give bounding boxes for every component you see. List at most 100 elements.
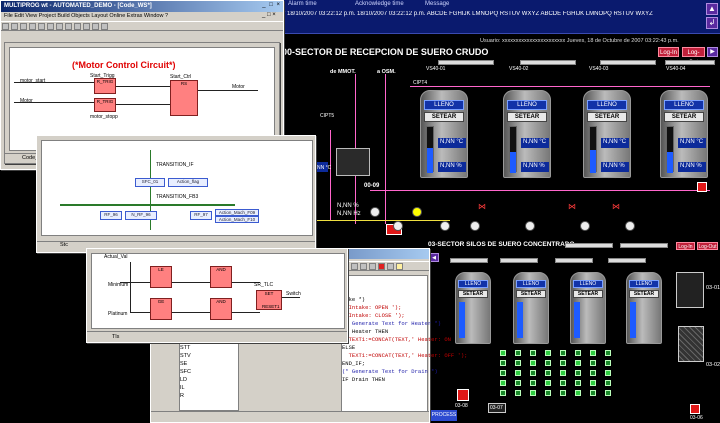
matrix-valve-icon[interactable] — [500, 390, 506, 396]
fbd-block-rs[interactable]: RS — [170, 80, 198, 116]
ide-titlebar[interactable]: MULTIPROG wt - AUTOMATED_DEMO - [Code_WS… — [1, 1, 283, 12]
sfc-action[interactable]: Action_Mach_F10 — [215, 216, 259, 223]
setear-button[interactable]: SETEAR — [573, 290, 603, 298]
alarm-block[interactable] — [690, 404, 700, 414]
matrix-valve-icon[interactable] — [590, 390, 596, 396]
pump-icon[interactable] — [625, 221, 635, 231]
alarm-block[interactable] — [697, 182, 707, 192]
matrix-valve-icon[interactable] — [545, 380, 551, 386]
cip-unit[interactable] — [676, 272, 704, 308]
matrix-valve-icon[interactable] — [605, 380, 611, 386]
setear-button[interactable]: SETEAR — [629, 290, 659, 298]
grid-icon[interactable] — [83, 23, 90, 30]
log-in-button[interactable]: Log-In — [658, 47, 679, 57]
sfc-action[interactable]: N_RF_96 — [125, 211, 157, 220]
matrix-valve-icon[interactable] — [530, 350, 536, 356]
ide-menubar[interactable]: File Edit View Project Build Objects Lay… — [1, 12, 283, 21]
sfc-action[interactable]: Action_Mach_F09 — [215, 209, 259, 216]
copy-icon[interactable] — [38, 23, 45, 30]
matrix-valve-icon[interactable] — [575, 380, 581, 386]
pump-icon[interactable] — [393, 221, 403, 231]
log-in-button-2[interactable]: Log-In — [676, 242, 695, 250]
pump-icon[interactable] — [440, 221, 450, 231]
matrix-valve-icon[interactable] — [605, 370, 611, 376]
sfc-canvas[interactable] — [41, 140, 313, 236]
matrix-valve-icon[interactable] — [590, 380, 596, 386]
matrix-valve-icon[interactable] — [545, 390, 551, 396]
matrix-valve-icon[interactable] — [575, 390, 581, 396]
tab-tls[interactable]: Tls — [112, 334, 119, 340]
matrix-valve-icon[interactable] — [515, 360, 521, 366]
setear-button[interactable]: SETEAR — [516, 290, 546, 298]
tree-item[interactable]: R — [180, 392, 238, 400]
save-icon[interactable] — [20, 23, 27, 30]
tab-stc[interactable]: Stc — [60, 242, 68, 248]
tree-item[interactable]: SFC — [180, 368, 238, 376]
matrix-valve-icon[interactable] — [590, 360, 596, 366]
tree-item[interactable]: SE — [180, 360, 238, 368]
alarm-up-icon[interactable]: ▲ — [706, 3, 718, 15]
tree-item[interactable]: STT — [180, 344, 238, 352]
matrix-valve-icon[interactable] — [545, 350, 551, 356]
matrix-valve-icon[interactable] — [500, 380, 506, 386]
tree-item[interactable]: LD — [180, 376, 238, 384]
matrix-valve-icon[interactable] — [530, 390, 536, 396]
zoom-out-icon[interactable] — [74, 23, 81, 30]
matrix-valve-icon[interactable] — [515, 390, 521, 396]
matrix-valve-icon[interactable] — [530, 380, 536, 386]
ld-block-and[interactable]: AND — [210, 266, 232, 288]
alarm-block[interactable] — [457, 389, 469, 401]
sfc-step[interactable]: RF_97 — [190, 211, 212, 220]
matrix-valve-icon[interactable] — [575, 370, 581, 376]
matrix-valve-icon[interactable] — [560, 350, 566, 356]
pump-icon[interactable] — [370, 207, 380, 217]
ld-block-le[interactable]: LE — [150, 266, 172, 288]
tree-item[interactable]: STV — [180, 352, 238, 360]
sfc-step[interactable]: SFC_01 — [135, 178, 165, 187]
matrix-valve-icon[interactable] — [545, 370, 551, 376]
sfc-action[interactable]: Action_flag — [168, 178, 208, 187]
window-controls[interactable]: _ □ × — [262, 2, 281, 8]
toolbar-icon[interactable] — [369, 263, 376, 270]
setear-button[interactable]: SETEAR — [664, 112, 704, 122]
matrix-valve-icon[interactable] — [515, 380, 521, 386]
matrix-valve-icon[interactable] — [605, 360, 611, 366]
fbd-block-rtrig[interactable]: R_TRIG — [94, 78, 116, 94]
matrix-valve-icon[interactable] — [575, 350, 581, 356]
matrix-valve-icon[interactable] — [500, 350, 506, 356]
stop-icon[interactable] — [378, 263, 385, 270]
matrix-valve-icon[interactable] — [500, 370, 506, 376]
back-screen-icon[interactable]: ◀ — [429, 253, 439, 262]
child-window-controls[interactable]: _ □ × — [262, 12, 276, 18]
matrix-valve-icon[interactable] — [560, 380, 566, 386]
toolbar-icon[interactable] — [351, 263, 358, 270]
matrix-valve-icon[interactable] — [530, 360, 536, 366]
new-icon[interactable] — [2, 23, 9, 30]
pump-icon[interactable] — [580, 221, 590, 231]
cut-icon[interactable] — [29, 23, 36, 30]
online-icon[interactable] — [101, 23, 108, 30]
pump-icon[interactable] — [470, 221, 480, 231]
valve-icon[interactable]: ⋈ — [612, 203, 620, 211]
matrix-valve-icon[interactable] — [500, 360, 506, 366]
build-icon[interactable] — [92, 23, 99, 30]
pump-icon[interactable] — [412, 207, 422, 217]
undo-icon[interactable] — [56, 23, 63, 30]
setear-button[interactable]: SETEAR — [424, 112, 464, 122]
matrix-valve-icon[interactable] — [545, 360, 551, 366]
ld-block-ge[interactable]: GE — [150, 298, 172, 320]
setear-button[interactable]: SETEAR — [507, 112, 547, 122]
matrix-valve-icon[interactable] — [575, 360, 581, 366]
open-icon[interactable] — [11, 23, 18, 30]
matrix-valve-icon[interactable] — [590, 370, 596, 376]
valve-icon[interactable]: ⋈ — [568, 203, 576, 211]
next-screen-icon[interactable]: ▶ — [707, 47, 718, 57]
matrix-valve-icon[interactable] — [560, 370, 566, 376]
fbd-block-rtrig[interactable]: R_TRIG — [94, 98, 116, 112]
matrix-valve-icon[interactable] — [515, 350, 521, 356]
matrix-valve-icon[interactable] — [560, 360, 566, 366]
sfc-step[interactable]: RF_96 — [100, 211, 122, 220]
setear-button[interactable]: SETEAR — [458, 290, 488, 298]
matrix-valve-icon[interactable] — [605, 350, 611, 356]
log-out-button-2[interactable]: Log-Out — [697, 242, 718, 250]
